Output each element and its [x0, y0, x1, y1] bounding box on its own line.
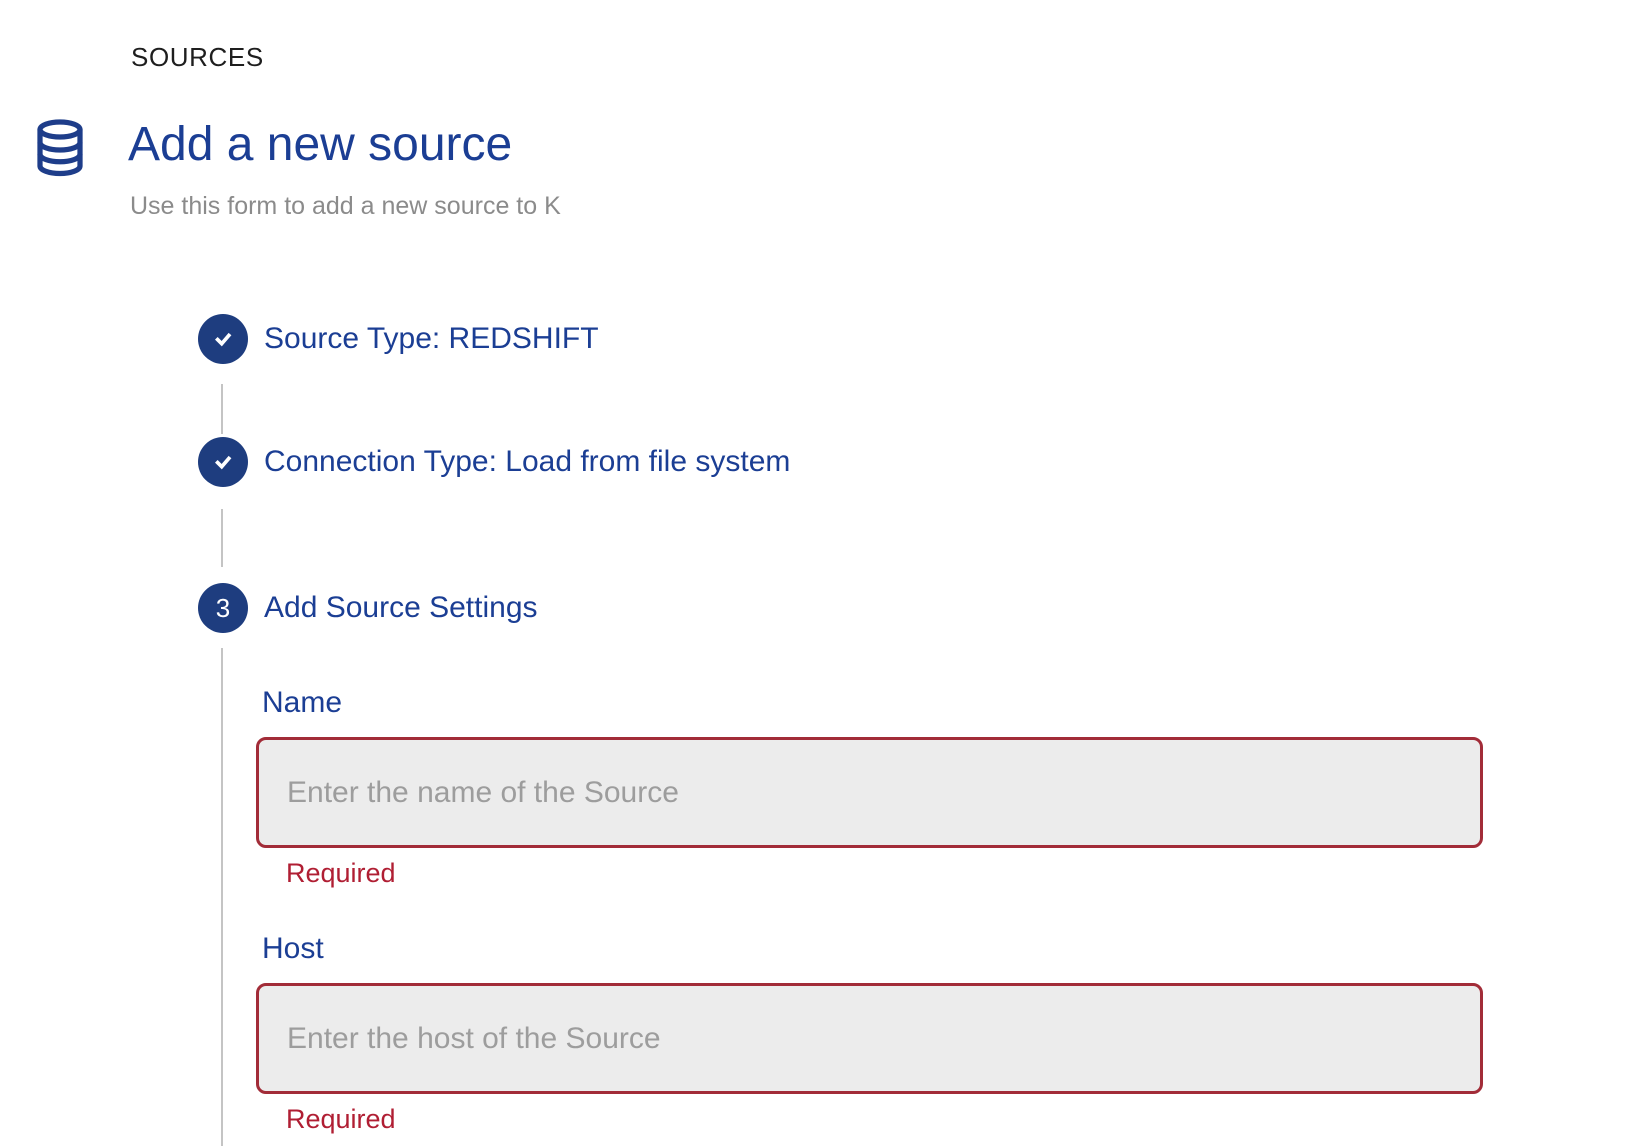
host-required-text: Required [286, 1104, 396, 1134]
database-icon [37, 119, 83, 177]
step-connector [221, 384, 223, 434]
host-field-label: Host [262, 932, 324, 965]
step-source-type[interactable]: Source Type: REDSHIFT [198, 314, 599, 364]
name-field-label: Name [262, 686, 343, 719]
add-source-page: SOURCES Add a new source Use this form t… [0, 0, 1634, 1146]
name-input[interactable] [256, 737, 1483, 848]
check-icon [198, 437, 248, 487]
name-field-group: Name Required [256, 686, 1483, 889]
step-connector [221, 648, 223, 1146]
step-number-badge: 3 [198, 583, 248, 633]
step-number: 3 [215, 593, 231, 623]
step-connection-type[interactable]: Connection Type: Load from file system [198, 437, 790, 487]
step-add-source-settings[interactable]: 3 Add Source Settings [198, 583, 538, 633]
page-title: Add a new source [128, 118, 513, 171]
page-subtitle: Use this form to add a new source to K [130, 192, 561, 220]
host-field-group: Host Required [256, 932, 1483, 1135]
name-required-text: Required [286, 858, 396, 888]
step-label-connection-type: Connection Type: Load from file system [264, 445, 791, 478]
check-icon [198, 314, 248, 364]
host-input[interactable] [256, 983, 1483, 1094]
step-connector [221, 509, 223, 567]
step-label-source-type: Source Type: REDSHIFT [264, 322, 599, 355]
step-label-add-source-settings: Add Source Settings [264, 591, 538, 624]
breadcrumb-sources: SOURCES [131, 42, 264, 72]
